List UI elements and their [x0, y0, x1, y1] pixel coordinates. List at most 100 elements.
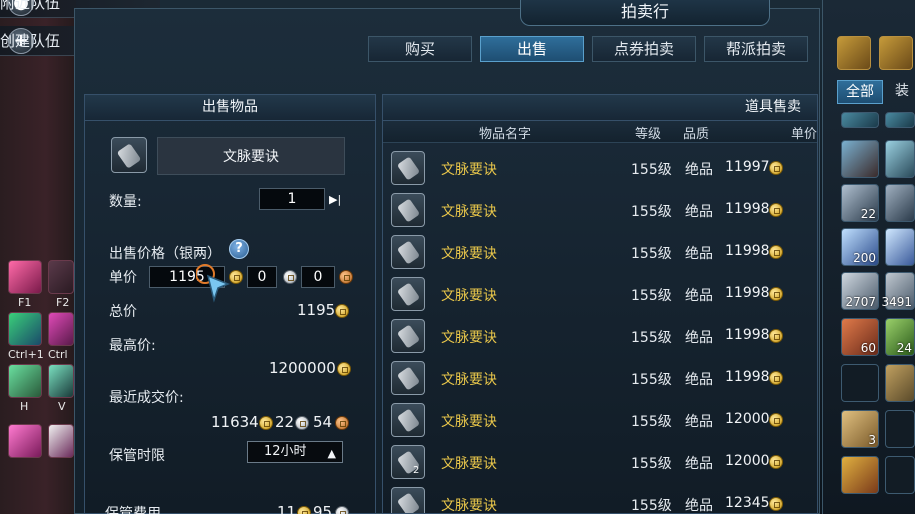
column-header-quality[interactable]: 品质 [683, 123, 709, 142]
table-row[interactable]: 文脉要诀 155级 绝品 11997 [383, 147, 817, 189]
silver-coin-icon [295, 416, 309, 430]
inventory-item[interactable] [885, 228, 915, 266]
skill-slot-ctrl1[interactable] [8, 312, 42, 346]
column-header-price[interactable]: 单价 [791, 123, 817, 142]
table-row[interactable]: 文脉要诀 155级 绝品 12000 [383, 399, 817, 441]
row-level: 155级 [631, 456, 672, 472]
unit-copper-input[interactable]: 0 [301, 266, 335, 288]
gold-coin-icon [769, 371, 783, 385]
quantity-input[interactable]: 1 [259, 188, 325, 210]
row-level: 155级 [631, 498, 672, 514]
skill-slot-ctrl2[interactable] [48, 312, 74, 346]
silver-coin-icon [335, 506, 349, 514]
skill-slot-f2[interactable] [48, 260, 74, 294]
help-icon[interactable]: ? [229, 239, 249, 259]
table-row[interactable]: 文脉要诀 155级 绝品 11998 [383, 357, 817, 399]
inventory-tab-all[interactable]: 全部 [837, 80, 883, 104]
total-price-label: 总价 [109, 304, 137, 320]
inventory-item[interactable] [885, 140, 915, 178]
skill-slot[interactable] [48, 424, 74, 458]
inventory-item[interactable] [885, 184, 915, 222]
skill-slot-v[interactable] [48, 364, 74, 398]
row-item-name: 文脉要诀 [441, 498, 497, 514]
skill-slot-f1[interactable] [8, 260, 42, 294]
gold-coin-icon [335, 304, 349, 318]
row-item-name: 文脉要诀 [441, 162, 497, 178]
row-quality: 绝品 [685, 330, 713, 346]
inventory-item[interactable]: 22 [841, 184, 879, 222]
inventory-item[interactable] [885, 112, 915, 128]
table-row[interactable]: 文脉要诀 155级 绝品 11998 [383, 189, 817, 231]
item-icon [391, 487, 425, 513]
skill-slot-h[interactable] [8, 364, 42, 398]
inventory-item[interactable]: 2707 [841, 272, 879, 310]
tab-coupon-auction[interactable]: 点券拍卖 [592, 36, 696, 62]
sell-panel: 出售物品 文脉要诀 数量: 1 ▶| 出售价格（银两） ? 单价 1195 0 … [84, 94, 376, 514]
table-row[interactable]: 文脉要诀 155级 绝品 11998 [383, 231, 817, 273]
table-row[interactable]: 2 文脉要诀 155级 绝品 12000 [383, 441, 817, 483]
recent-silver-value: 22 [275, 413, 295, 431]
inventory-item[interactable]: 200 [841, 228, 879, 266]
game-screen: ● 附近队伍 + 创建队伍 F1 F2 Ctrl+1 Ctrl H V 拍卖行 … [0, 0, 915, 514]
row-quality: 绝品 [685, 162, 713, 178]
column-header-level[interactable]: 等级 [635, 123, 661, 142]
row-price: 11998 [725, 285, 770, 301]
inventory-empty-slot[interactable] [885, 410, 915, 448]
table-row[interactable]: 文脉要诀 155级 绝品 11998 [383, 273, 817, 315]
inventory-item[interactable]: 3491 [881, 272, 915, 310]
row-price: 11998 [725, 201, 770, 217]
tab-sell[interactable]: 出售 [480, 36, 584, 62]
row-quality: 绝品 [685, 372, 713, 388]
storage-time-select[interactable]: 12小时 ▲ [247, 441, 343, 463]
inventory-item[interactable] [885, 364, 915, 402]
item-icon [391, 193, 425, 227]
hotkey-label: H [20, 400, 29, 413]
max-price-label: 最高价: [109, 338, 156, 354]
sell-panel-title: 出售物品 [85, 95, 375, 121]
row-level: 155级 [631, 372, 672, 388]
inventory-item[interactable] [841, 112, 879, 128]
table-row[interactable]: 文脉要诀 155级 绝品 11998 [383, 315, 817, 357]
row-quality: 绝品 [685, 456, 713, 472]
fee-gold-value: 11 [277, 503, 297, 514]
hotkey-label: F2 [56, 296, 70, 309]
row-item-count: 2 [413, 465, 420, 476]
inventory-tab-equip[interactable]: 装 [887, 80, 915, 104]
row-item-name: 文脉要诀 [441, 456, 497, 472]
row-quality: 绝品 [685, 246, 713, 262]
skill-slot[interactable] [8, 424, 42, 458]
unit-silver-input[interactable]: 0 [247, 266, 277, 288]
copper-coin-icon [339, 270, 353, 284]
recent-price-label: 最近成交价: [109, 390, 184, 406]
inventory-bag-icon[interactable] [837, 36, 871, 70]
sell-item-slot[interactable] [111, 137, 147, 173]
inventory-item[interactable]: 60 [841, 318, 879, 356]
max-quantity-button[interactable]: ▶| [329, 193, 343, 207]
table-row[interactable]: 文脉要诀 155级 绝品 12345 [383, 483, 817, 514]
triangle-up-icon: ▲ [327, 447, 336, 460]
row-item-name: 文脉要诀 [441, 246, 497, 262]
inventory-item[interactable] [841, 140, 879, 178]
team-create-label: 创建队伍 [0, 32, 61, 50]
inventory-bag-icon[interactable] [879, 36, 913, 70]
inventory-item[interactable] [841, 456, 879, 494]
max-price-value: 1200000 [269, 359, 336, 377]
item-icon [391, 277, 425, 311]
hotkey-label: F1 [18, 296, 32, 309]
row-level: 155级 [631, 414, 672, 430]
inventory-empty-slot[interactable] [885, 456, 915, 494]
item-icon [391, 361, 425, 395]
unit-price-label: 单价 [109, 270, 137, 286]
inventory-item[interactable]: 3 [841, 410, 879, 448]
fee-silver-value: 95 [313, 503, 333, 514]
team-nearby-label: 附近队伍 [0, 0, 61, 12]
inventory-item[interactable]: 24 [885, 318, 915, 356]
row-price: 11998 [725, 327, 770, 343]
column-header-name[interactable]: 物品名字 [479, 123, 531, 142]
item-icon [391, 235, 425, 269]
tab-buy[interactable]: 购买 [368, 36, 472, 62]
tab-guild-auction[interactable]: 帮派拍卖 [704, 36, 808, 62]
row-price: 11998 [725, 243, 770, 259]
hotkey-label: Ctrl [48, 348, 68, 361]
inventory-empty-slot[interactable] [841, 364, 879, 402]
